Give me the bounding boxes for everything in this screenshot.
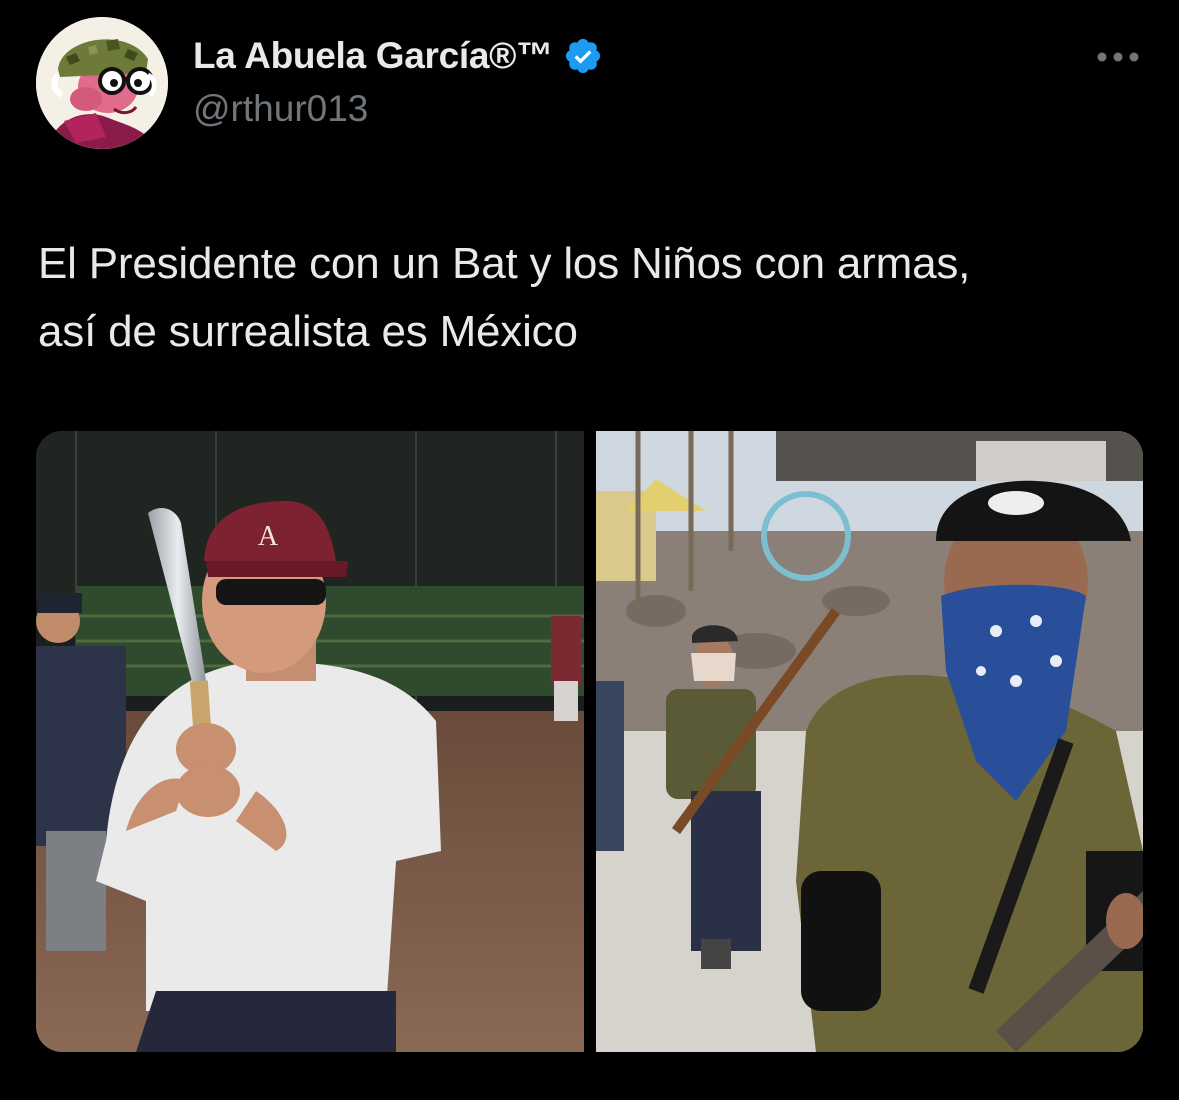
- photo-man-with-baseball-bat[interactable]: A: [36, 431, 584, 1052]
- avatar[interactable]: [36, 17, 168, 149]
- verified-badge-icon: [565, 38, 600, 74]
- cap-logo: A: [258, 521, 279, 552]
- photo-armed-children[interactable]: [596, 431, 1143, 1052]
- tweet-text: El Presidente con un Bat y los Niños con…: [38, 239, 971, 356]
- media-grid: A: [36, 431, 1143, 1052]
- display-name-row[interactable]: La Abuela García®™: [193, 32, 603, 80]
- user-handle[interactable]: @rthur013: [193, 88, 368, 130]
- avatar-cartoon-icon: [36, 17, 168, 149]
- display-name[interactable]: La Abuela García®™: [193, 35, 553, 77]
- tweet: La Abuela García®™ @rthur013 El Presiden…: [0, 0, 1179, 1100]
- more-horizontal-icon[interactable]: [1094, 42, 1142, 72]
